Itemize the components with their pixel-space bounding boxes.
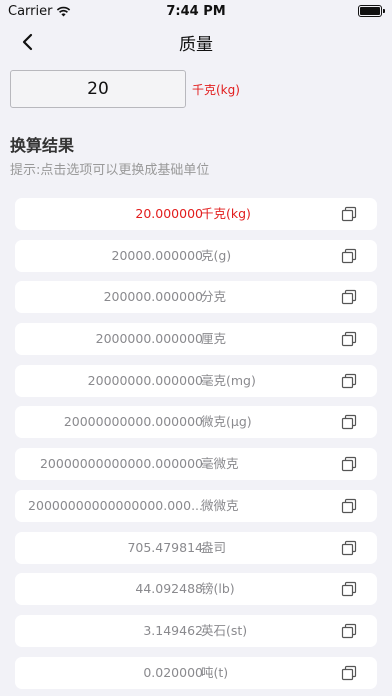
result-unit: 毫微克 — [201, 456, 239, 472]
result-value: 20.000000 — [135, 206, 203, 221]
page-title: 质量 — [179, 35, 213, 55]
status-bar: Carrier 7:44 PM — [0, 0, 392, 24]
copy-icon[interactable] — [341, 665, 357, 681]
result-unit: 厘克 — [201, 331, 227, 347]
result-value: 20000000.000000 — [87, 372, 203, 388]
copy-icon[interactable] — [341, 414, 357, 430]
result-unit: 镑(lb) — [201, 581, 235, 597]
result-value: 0.020000 — [143, 664, 203, 680]
status-time: 7:44 PM — [166, 4, 226, 19]
copy-icon[interactable] — [341, 373, 357, 389]
copy-icon[interactable] — [341, 540, 357, 556]
input-row: 千克(kg) — [10, 70, 382, 108]
result-row[interactable]: 705.479814 盎司 — [15, 531, 377, 564]
result-row[interactable]: 20000000.000000 毫克(mg) — [15, 364, 377, 397]
result-unit: 克(g) — [201, 247, 232, 263]
copy-icon[interactable] — [341, 289, 357, 305]
result-row[interactable]: 20000000000000.000000 毫微克 — [15, 448, 377, 481]
result-unit: 英石(st) — [201, 622, 248, 638]
results-title: 换算结果 — [10, 136, 75, 155]
result-row[interactable]: 3.149462 英石(st) — [15, 614, 377, 647]
result-row[interactable]: 0.020000 吨(t) — [15, 656, 377, 689]
result-value: 200000.000000 — [103, 289, 203, 305]
copy-icon[interactable] — [341, 206, 357, 222]
value-input[interactable] — [10, 70, 186, 108]
result-value: 20000.000000 — [111, 247, 203, 263]
copy-icon[interactable] — [341, 581, 357, 597]
result-value: 20000000000.000000 — [63, 414, 203, 430]
copy-icon[interactable] — [341, 623, 357, 639]
result-unit: 千克(kg) — [201, 206, 251, 221]
copy-icon[interactable] — [341, 248, 357, 264]
hint-text: 提示:点击选项可以更换成基础单位 — [10, 163, 210, 178]
result-unit: 分克 — [201, 289, 227, 305]
battery-icon — [358, 5, 385, 17]
result-unit: 微克(μg) — [201, 414, 252, 430]
result-unit: 吨(t) — [201, 664, 229, 680]
result-unit: 盎司 — [201, 539, 227, 555]
result-value: 705.479814 — [127, 539, 203, 555]
result-row[interactable]: 20000000000000000.000... 微微克 — [15, 489, 377, 522]
result-row[interactable]: 2000000.000000 厘克 — [15, 323, 377, 356]
result-row[interactable]: 44.092488 镑(lb) — [15, 573, 377, 606]
result-value: 3.149462 — [143, 622, 203, 638]
input-unit-label: 千克(kg) — [192, 83, 240, 97]
copy-icon[interactable] — [341, 456, 357, 472]
result-value: 44.092488 — [135, 581, 203, 597]
copy-icon[interactable] — [341, 331, 357, 347]
result-unit: 微微克 — [201, 497, 239, 513]
result-value: 20000000000000000.000... — [28, 497, 203, 513]
copy-icon[interactable] — [341, 498, 357, 514]
result-row[interactable]: 20000000000.000000 微克(μg) — [15, 406, 377, 439]
result-value: 2000000.000000 — [95, 331, 203, 347]
result-list: 20.000000 千克(kg) 20000.000000 克(g) 200000.00… — [15, 198, 377, 696]
result-unit: 毫克(mg) — [201, 372, 256, 388]
result-value: 20000000000000.000000 — [39, 456, 203, 472]
result-row[interactable]: 20000.000000 克(g) — [15, 239, 377, 272]
result-row[interactable]: 20.000000 千克(kg) — [15, 198, 377, 230]
nav-bar: 质量 — [0, 24, 392, 60]
result-row[interactable]: 200000.000000 分克 — [15, 281, 377, 314]
